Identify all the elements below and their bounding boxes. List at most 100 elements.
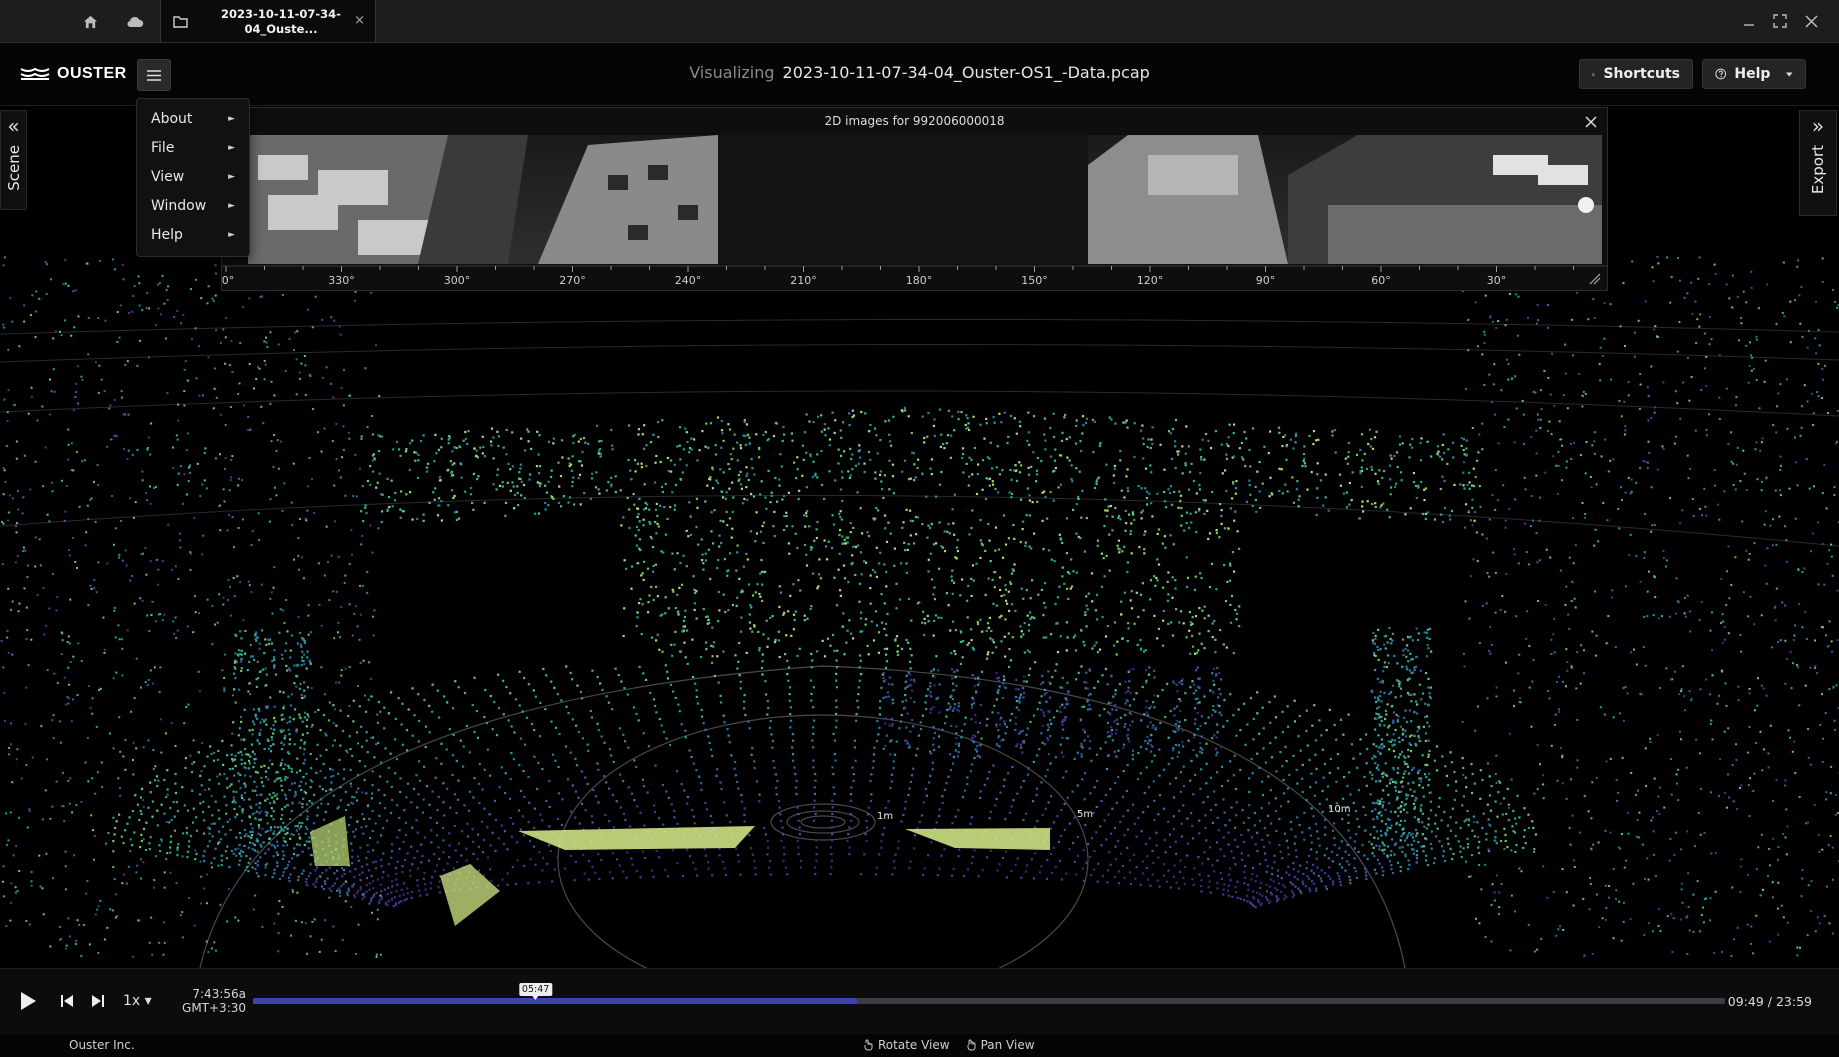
lidar-point bbox=[437, 846, 440, 849]
lidar-point bbox=[1087, 843, 1090, 846]
lidar-point bbox=[295, 393, 298, 396]
lidar-point bbox=[1175, 852, 1178, 855]
lidar-point bbox=[471, 501, 474, 504]
lidar-point bbox=[1420, 804, 1423, 807]
lidar-point bbox=[1527, 923, 1530, 926]
lidar-point bbox=[116, 340, 119, 343]
lidar-point bbox=[571, 485, 574, 488]
lidar-point bbox=[496, 430, 499, 433]
cloud-icon[interactable] bbox=[113, 6, 157, 38]
lidar-point bbox=[1765, 694, 1768, 697]
lidar-point bbox=[320, 885, 324, 888]
lidar-point bbox=[935, 655, 938, 658]
lidar-point bbox=[377, 789, 380, 792]
home-icon[interactable] bbox=[68, 6, 112, 38]
maximize-icon[interactable] bbox=[1769, 10, 1791, 32]
menu-item-window[interactable]: Window ► bbox=[137, 192, 249, 221]
lidar-point bbox=[556, 693, 559, 696]
lidar-point bbox=[386, 508, 389, 511]
lidar-point bbox=[849, 799, 853, 802]
lidar-point bbox=[360, 543, 363, 546]
lidar-point bbox=[1505, 812, 1508, 815]
lidar-point bbox=[933, 434, 936, 438]
lidar-point bbox=[1131, 803, 1135, 806]
lidar-point bbox=[1444, 765, 1447, 768]
lidar-point bbox=[125, 564, 128, 567]
lidar-point bbox=[823, 423, 826, 426]
lidar-point bbox=[478, 802, 481, 805]
lidar-point bbox=[352, 699, 355, 702]
lidar-point bbox=[782, 859, 785, 862]
lidar-point bbox=[760, 666, 763, 669]
lidar-point bbox=[1109, 787, 1112, 791]
lidar-point bbox=[513, 493, 517, 497]
lidar-point bbox=[228, 866, 231, 869]
lidar-point bbox=[762, 433, 765, 436]
help-button[interactable]: Help bbox=[1702, 59, 1806, 89]
lidar-point bbox=[1152, 701, 1155, 704]
minimize-icon[interactable] bbox=[1738, 10, 1760, 32]
lidar-point bbox=[1063, 416, 1066, 419]
lidar-point bbox=[640, 466, 643, 469]
lidar-point bbox=[214, 847, 217, 850]
lidar-point bbox=[578, 460, 581, 463]
lidar-point bbox=[1315, 439, 1318, 442]
lidar-point bbox=[1020, 464, 1023, 467]
lidar-point bbox=[1153, 799, 1156, 802]
lidar-point bbox=[1485, 838, 1488, 841]
lidar-point bbox=[303, 748, 306, 751]
lidar-point bbox=[1423, 488, 1426, 491]
lidar-point bbox=[883, 474, 886, 477]
lidar-point bbox=[998, 473, 1001, 476]
menu-item-help[interactable]: Help ► bbox=[137, 221, 249, 250]
close-icon[interactable] bbox=[1800, 10, 1822, 32]
lidar-point bbox=[1755, 868, 1758, 871]
lidar-point bbox=[183, 473, 186, 476]
lidar-point bbox=[1397, 815, 1400, 818]
lidar-point bbox=[986, 657, 989, 660]
menu-item-about[interactable]: About ► bbox=[137, 105, 249, 134]
lidar-point bbox=[1506, 846, 1509, 849]
lidar-point bbox=[577, 440, 580, 443]
lidar-point bbox=[1513, 553, 1516, 556]
lidar-point bbox=[1759, 894, 1762, 897]
menu-item-file[interactable]: File ► bbox=[137, 134, 249, 163]
lidar-point bbox=[571, 480, 574, 483]
lidar-point bbox=[1299, 749, 1302, 752]
tab-close-button[interactable]: × bbox=[354, 13, 365, 28]
menu-item-view[interactable]: View ► bbox=[137, 163, 249, 192]
lidar-point bbox=[401, 702, 404, 705]
lidar-point bbox=[1396, 861, 1400, 864]
lidar-point bbox=[325, 525, 328, 528]
lidar-point bbox=[297, 878, 300, 882]
lidar-point bbox=[1366, 857, 1369, 861]
lidar-point bbox=[957, 855, 960, 858]
lidar-point bbox=[855, 719, 858, 722]
lidar-point bbox=[446, 701, 449, 704]
lidar-point bbox=[250, 591, 253, 593]
lidar-point bbox=[1468, 617, 1471, 620]
lidar-point bbox=[536, 787, 539, 791]
lidar-point bbox=[366, 426, 369, 428]
lidar-point bbox=[678, 710, 681, 713]
lidar-point bbox=[1353, 840, 1356, 843]
lidar-point bbox=[1542, 797, 1545, 800]
lidar-point bbox=[718, 854, 721, 857]
shortcuts-button[interactable]: Shortcuts bbox=[1579, 59, 1693, 89]
lidar-point bbox=[746, 433, 749, 436]
lidar-point bbox=[1487, 762, 1489, 765]
lidar-point bbox=[834, 479, 837, 482]
lidar-point bbox=[1253, 811, 1257, 815]
lidar-point bbox=[1401, 776, 1405, 779]
lidar-point bbox=[1629, 533, 1632, 536]
file-tab[interactable]: 2023-10-11-07-34-04_Ouste... × bbox=[160, 0, 376, 42]
lidar-point bbox=[328, 599, 331, 602]
lidar-point bbox=[1174, 467, 1177, 470]
lidar-point bbox=[840, 454, 843, 457]
lidar-point bbox=[390, 891, 393, 894]
lidar-point bbox=[783, 494, 786, 498]
lidar-point bbox=[1245, 500, 1248, 503]
lidar-point bbox=[813, 719, 816, 722]
lidar-point bbox=[848, 826, 851, 829]
lidar-point bbox=[23, 320, 26, 323]
